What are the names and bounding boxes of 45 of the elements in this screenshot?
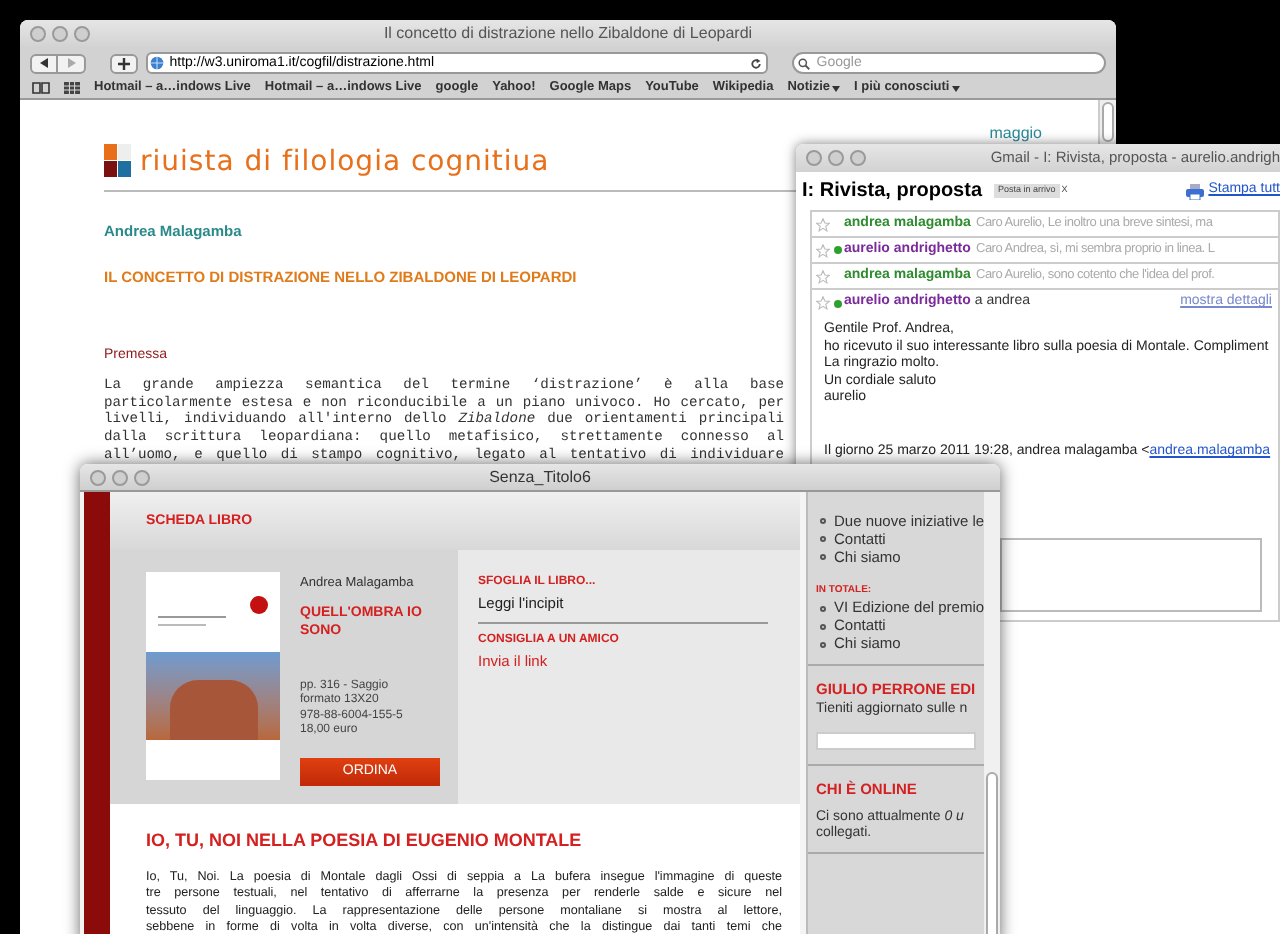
email-input[interactable] [816,732,976,751]
star-icon[interactable] [816,269,830,283]
mail-subject: I: Rivista, proposta [802,178,983,206]
close-button[interactable] [806,150,822,166]
online-status-icon [833,246,841,254]
zoom-button[interactable] [74,26,90,42]
minimize-button[interactable] [112,469,128,485]
window-title: Senza_Titolo6 [487,465,593,489]
online-status-icon [833,299,841,307]
scrollbar[interactable] [1098,100,1116,144]
window-title: Il concetto di distrazione nello Zibaldone di Leopardi [381,22,755,46]
minimize-button[interactable] [828,150,844,166]
star-icon[interactable] [816,296,830,310]
caret-icon [832,85,841,91]
star-icon[interactable] [816,243,830,257]
minimize-button[interactable] [52,26,68,42]
reply-field[interactable] [1000,538,1262,613]
article-heading: IO, TU, NOI NELLA POESIA DI EUGENIO MONTALE [146,828,584,854]
bullet-icon [820,536,826,542]
scrollbar[interactable] [984,492,1000,934]
globe-icon [149,56,164,70]
zoom-button[interactable] [850,150,866,166]
zoom-button[interactable] [134,469,150,485]
plus-icon [117,57,130,69]
close-button[interactable] [30,26,46,42]
search-icon [798,57,811,69]
bullet-icon [820,605,826,611]
star-icon[interactable] [816,217,830,231]
bullet-icon [820,554,826,560]
bullet-icon [820,623,826,629]
reload-icon[interactable] [750,57,763,69]
bullet-icon [820,518,826,524]
book-icon[interactable] [32,82,50,94]
back-button[interactable] [30,53,58,73]
close-button[interactable] [90,469,106,485]
back-icon [39,58,49,68]
nav-link[interactable]: maggio [989,125,1042,141]
caret-icon [951,85,960,91]
print-icon [1186,183,1205,199]
forward-icon [66,58,76,68]
logo-icon [104,144,132,178]
add-bookmark-button[interactable] [110,53,138,73]
logo-text: riuista di filologia cognitiua [140,147,550,175]
grid-icon[interactable] [64,82,80,94]
bullet-icon [820,641,826,647]
